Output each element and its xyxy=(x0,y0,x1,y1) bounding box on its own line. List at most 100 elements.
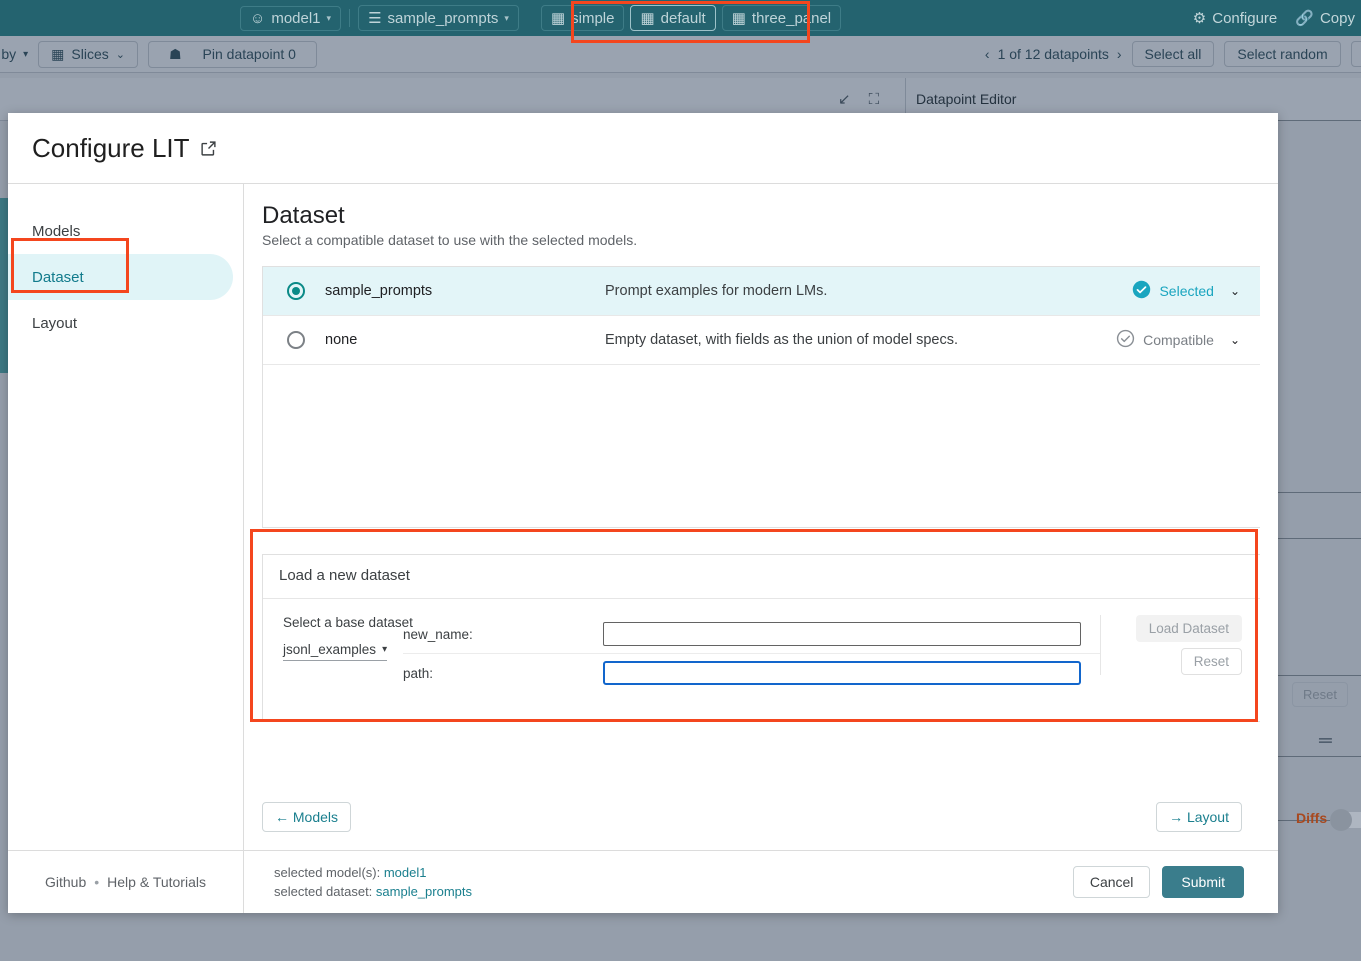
load-new-dataset-title: Load a new dataset xyxy=(263,567,1260,598)
check-circle-outline-icon xyxy=(1116,329,1135,351)
check-circle-filled-icon xyxy=(1132,280,1151,302)
pin-datapoint-label: Pin datapoint 0 xyxy=(203,46,296,62)
path-label: path: xyxy=(403,666,603,681)
new-name-input[interactable] xyxy=(603,622,1081,646)
dataset-description: Empty dataset, with fields as the union … xyxy=(605,332,1116,348)
layout-button-three-panel[interactable]: ▦ three_panel xyxy=(722,5,841,31)
reset-loader-button[interactable]: Reset xyxy=(1181,648,1242,675)
datapoint-count-label: 1 of 12 datapoints xyxy=(998,46,1109,62)
sidebar-item-label: Dataset xyxy=(32,269,84,286)
selected-dataset-line: selected dataset: sample_prompts xyxy=(274,882,1073,901)
dialog-body: Models Dataset Layout Dataset Select a c… xyxy=(8,183,1278,850)
next-to-layout-button[interactable]: → Layout xyxy=(1156,802,1242,832)
table-row[interactable]: none Empty dataset, with fields as the u… xyxy=(263,316,1260,365)
datapoint-pager[interactable]: ‹ 1 of 12 datapoints › xyxy=(985,46,1122,62)
background-left-accent-strip xyxy=(0,198,8,373)
layout-label-three-panel: three_panel xyxy=(752,10,831,27)
layout-button-default[interactable]: ▦ default xyxy=(630,5,715,31)
prev-datapoint-icon[interactable]: ‹ xyxy=(985,46,990,62)
dataset-selector-chip[interactable]: ☰ sample_prompts ▾ xyxy=(358,5,519,31)
dataset-description: Prompt examples for modern LMs. xyxy=(605,283,1132,299)
select-all-button[interactable]: Select all xyxy=(1132,41,1215,67)
help-tutorials-link[interactable]: Help & Tutorials xyxy=(107,874,206,890)
clear-selection-button[interactable]: Clear s xyxy=(1351,41,1361,67)
status-label: Compatible xyxy=(1143,332,1214,348)
radio-button-none[interactable] xyxy=(287,331,305,349)
submit-button[interactable]: Submit xyxy=(1162,866,1244,898)
next-to-layout-label: → Layout xyxy=(1169,809,1229,825)
copy-label: Copy xyxy=(1320,10,1355,27)
chevron-down-icon: ▾ xyxy=(382,644,387,655)
grid-icon: ▦ xyxy=(732,9,746,27)
configure-label: Configure xyxy=(1212,10,1277,27)
sidebar-item-layout[interactable]: Layout xyxy=(8,300,233,346)
sidebar-item-dataset[interactable]: Dataset xyxy=(8,254,233,300)
dataset-list: sample_prompts Prompt examples for moder… xyxy=(262,266,1260,528)
load-new-dataset-panel: Load a new dataset Select a base dataset… xyxy=(262,554,1260,722)
dialog-footer: Github • Help & Tutorials selected model… xyxy=(8,850,1278,913)
base-dataset-value: jsonl_examples xyxy=(283,642,376,657)
selected-dataset-value[interactable]: sample_prompts xyxy=(376,884,472,899)
load-dataset-button[interactable]: Load Dataset xyxy=(1136,615,1242,642)
chevron-down-icon[interactable]: ⌄ xyxy=(1230,333,1240,347)
diffs-toggle[interactable] xyxy=(1330,812,1361,828)
color-by-control[interactable]: Color by ▾ xyxy=(0,46,28,62)
chevron-down-icon[interactable]: ⌄ xyxy=(1230,284,1240,298)
loader-fields: new_name: path: xyxy=(403,615,1100,692)
collapse-icon[interactable]: ↙ xyxy=(838,90,851,108)
table-row[interactable]: sample_prompts Prompt examples for moder… xyxy=(263,267,1260,316)
copy-link-button[interactable]: 🔗 Copy xyxy=(1295,9,1355,27)
select-random-label: Select random xyxy=(1237,46,1327,62)
grid-icon: ▦ xyxy=(640,9,654,27)
radio-button-sample-prompts[interactable] xyxy=(287,282,305,300)
selected-models-value[interactable]: model1 xyxy=(384,865,427,880)
drag-handle-icon[interactable]: ═ xyxy=(1319,730,1332,751)
footer-action-buttons: Cancel Submit xyxy=(1073,866,1278,898)
expand-icon[interactable]: ⛶ xyxy=(869,91,880,108)
sidebar-item-models[interactable]: Models xyxy=(8,208,233,254)
github-link[interactable]: Github xyxy=(45,874,86,890)
pin-datapoint-button[interactable]: ☗ Pin datapoint 0 xyxy=(148,41,317,68)
link-icon: 🔗 xyxy=(1295,9,1314,27)
loader-action-buttons: Load Dataset Reset xyxy=(1100,615,1260,675)
background-reset-button[interactable]: Reset xyxy=(1292,682,1348,707)
sidebar-item-label: Layout xyxy=(32,315,77,332)
open-in-new-icon[interactable] xyxy=(200,140,217,157)
back-to-models-button[interactable]: ← Models xyxy=(262,802,351,832)
load-new-dataset-form: Select a base dataset jsonl_examples ▾ n… xyxy=(263,598,1260,706)
chevron-down-icon: ▾ xyxy=(327,13,332,24)
dataset-name: none xyxy=(325,332,605,348)
header-divider xyxy=(349,9,350,27)
content-subheading: Select a compatible dataset to use with … xyxy=(262,232,1260,248)
base-dataset-select[interactable]: jsonl_examples ▾ xyxy=(283,642,387,661)
background-right-column: Reset ═ Diffs xyxy=(1278,120,1361,920)
chevron-down-icon: ⌄ xyxy=(116,48,125,61)
grid-icon: ▦ xyxy=(51,46,64,63)
select-all-label: Select all xyxy=(1145,46,1202,62)
chevron-down-icon: ▾ xyxy=(23,49,28,60)
status-badge: Compatible xyxy=(1116,329,1214,351)
next-datapoint-icon[interactable]: › xyxy=(1117,46,1122,62)
diffs-label: Diffs xyxy=(1296,810,1327,826)
path-input[interactable] xyxy=(603,661,1081,685)
model-selector-chip[interactable]: ☺ model1 ▾ xyxy=(240,6,341,31)
layout-label-simple: simple xyxy=(571,10,614,27)
load-dataset-label: Load Dataset xyxy=(1149,621,1229,636)
configure-button[interactable]: ⚙ Configure xyxy=(1193,9,1278,27)
secondary-toolbar: Color by ▾ ▦ Slices ⌄ ☗ Pin datapoint 0 … xyxy=(0,36,1361,73)
layout-label-default: default xyxy=(661,10,706,27)
chevron-down-icon: ▾ xyxy=(504,13,509,24)
selected-dataset-label: selected dataset: xyxy=(274,884,372,899)
dialog-sidebar: Models Dataset Layout xyxy=(8,184,244,850)
list-icon: ☰ xyxy=(368,9,381,27)
select-random-button[interactable]: Select random xyxy=(1224,41,1340,67)
base-dataset-label: Select a base dataset xyxy=(283,615,403,630)
slices-button[interactable]: ▦ Slices ⌄ xyxy=(38,41,138,68)
cancel-button[interactable]: Cancel xyxy=(1073,866,1151,898)
separator-dot: • xyxy=(94,874,99,890)
dialog-content: Dataset Select a compatible dataset to u… xyxy=(244,184,1278,850)
layout-button-simple[interactable]: ▦ simple xyxy=(541,5,625,31)
base-dataset-column: Select a base dataset jsonl_examples ▾ xyxy=(263,615,403,661)
new-name-label: new_name: xyxy=(403,627,603,642)
toolbar-right-group: ‹ 1 of 12 datapoints › Select all Select… xyxy=(985,41,1361,67)
